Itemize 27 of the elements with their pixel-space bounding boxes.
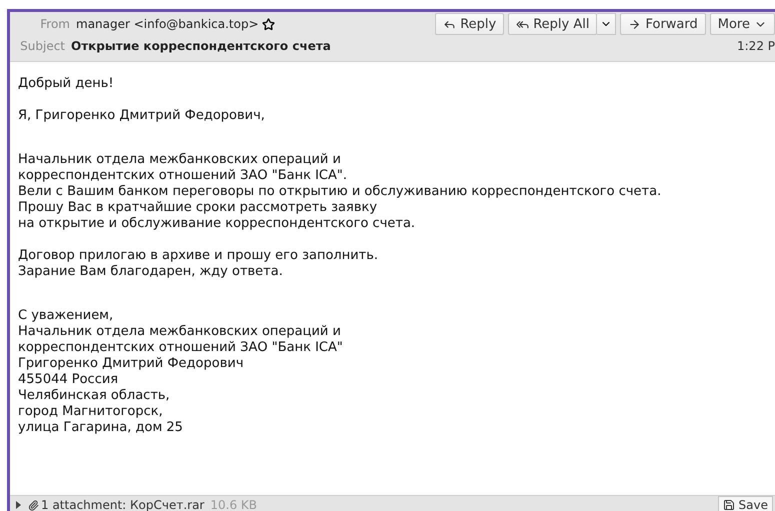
save-button[interactable]: Save [718, 496, 773, 511]
subject-text: Открытие корреспондентского счета [71, 39, 331, 53]
sender-address: manager <info@bankica.top> [76, 17, 259, 31]
body-text-line: Вели с Вашим банком переговоры по открытию и обслуживанию корреспондентского счета. [18, 184, 662, 200]
more-button[interactable]: More [710, 13, 775, 35]
body-text-line: на открытие и обслуживание корреспондентского счета. [18, 216, 416, 232]
reply-button[interactable]: Reply [435, 13, 504, 35]
body-text-line: город Магнитогорск, [18, 404, 164, 420]
body-text-line: Челябинская область, [18, 388, 171, 404]
forward-button[interactable]: Forward [620, 13, 706, 35]
body-text-line: Прошу Вас в кратчайшие сроки рассмотреть заявку [18, 200, 378, 216]
attachment-size: 10.6 KB [210, 498, 258, 511]
body-text-line: корреспондентских отношений ЗАО "Банк ICA" [18, 340, 344, 356]
body-text-line: Добрый день! [18, 76, 115, 92]
body-text-line: Я, Григоренко Дмитрий Федорович, [18, 108, 266, 124]
subject-label: Subject [19, 39, 66, 53]
from-label: From [39, 17, 71, 31]
body-text-line: Договор прилогаю в архиве и прошу его заполнить. [18, 248, 380, 264]
body-text-line: С уважением, [18, 308, 114, 324]
body-text-line: 455044 Россия [18, 372, 120, 388]
body-text-line: Зарание Вам благодарен, жду ответа. [18, 264, 284, 280]
body-text-line: корреспондентских отношений ЗАО "Банк ICA". [18, 168, 348, 184]
time-text: 1:22 P [737, 39, 775, 53]
body-text-line: улица Гагарина, дом 25 [18, 420, 184, 436]
body-text-line: Начальник отдела межбанковских операций и [18, 152, 342, 168]
body-text-line: Начальник отдела межбанковских операций и [18, 324, 342, 340]
body-text-line: Григоренко Дмитрий Федорович [18, 356, 244, 372]
